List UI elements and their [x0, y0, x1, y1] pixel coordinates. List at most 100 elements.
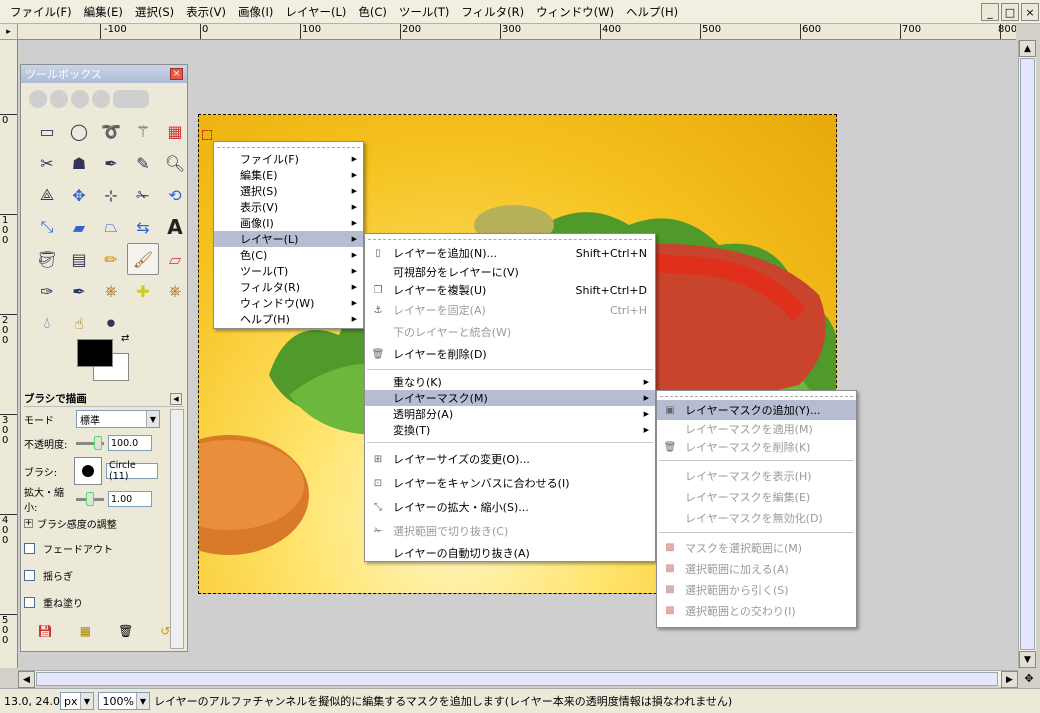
- scroll-right-button[interactable]: ▶: [1001, 671, 1018, 688]
- scale-slider[interactable]: [76, 491, 104, 506]
- jitter-row[interactable]: 揺らぎ: [24, 562, 184, 589]
- blend-icon[interactable]: ▤: [63, 243, 95, 275]
- layer-autocrop-item[interactable]: レイヤーの自動切り抜き(A): [365, 543, 655, 563]
- ink-icon[interactable]: ✒: [63, 275, 95, 307]
- bucket-fill-icon[interactable]: 🪣︎: [31, 243, 63, 275]
- layer-scale-item[interactable]: ⤡ レイヤーの拡大・縮小(S)...: [365, 495, 655, 519]
- context-item-colors[interactable]: 色(C) ▶: [214, 247, 363, 263]
- vertical-scroll-thumb[interactable]: [1020, 58, 1035, 650]
- context-item-layer[interactable]: レイヤー(L) ▶: [214, 231, 363, 247]
- context-item-tools[interactable]: ツール(T) ▶: [214, 263, 363, 279]
- mask-edit-item[interactable]: レイヤーマスクを編集(E): [657, 486, 856, 507]
- tear-off-line[interactable]: [217, 142, 360, 148]
- flip-icon[interactable]: ⇆: [127, 211, 159, 243]
- layer-mask-item[interactable]: レイヤーマスク(M) ▶: [365, 390, 655, 406]
- context-item-file[interactable]: ファイル(F) ▶: [214, 151, 363, 167]
- layer-new-from-visible-item[interactable]: 可視部分をレイヤーに(V): [365, 263, 655, 281]
- options-scrollbar[interactable]: [170, 409, 184, 649]
- layer-duplicate-item[interactable]: ❐ レイヤーを複製(U) Shift+Ctrl+D: [365, 281, 655, 299]
- opacity-slider[interactable]: [76, 435, 104, 450]
- mask-show-item[interactable]: レイヤーマスクを表示(H): [657, 465, 856, 486]
- menu-edit[interactable]: 編集(E): [78, 4, 129, 20]
- restore-icon[interactable]: ▦: [80, 624, 91, 638]
- layer-delete-item[interactable]: 🗑︎ レイヤーを削除(D): [365, 343, 655, 365]
- menu-select[interactable]: 選択(S): [129, 4, 180, 20]
- fade-row[interactable]: フェードアウト: [24, 535, 184, 562]
- save-icon[interactable]: 💾︎: [38, 624, 53, 638]
- expander-icon[interactable]: +: [24, 518, 33, 528]
- close-icon[interactable]: ×: [170, 68, 183, 80]
- layer-to-image-size-item[interactable]: ⊡ レイヤーをキャンバスに合わせる(I): [365, 471, 655, 495]
- zoom-icon[interactable]: 🔍︎: [159, 147, 191, 179]
- menu-filters[interactable]: フィルタ(R): [455, 4, 530, 20]
- swap-colors-icon[interactable]: ⇄: [121, 333, 129, 344]
- rect-select-icon[interactable]: ▭: [31, 115, 63, 147]
- layer-crop-to-selection-item[interactable]: ✁ 選択範囲で切り抜き(C): [365, 519, 655, 543]
- rotate-icon[interactable]: ⟲: [159, 179, 191, 211]
- move-icon[interactable]: ✥: [63, 179, 95, 211]
- paths-icon[interactable]: ✒: [95, 147, 127, 179]
- scroll-down-button[interactable]: ▼: [1019, 651, 1036, 668]
- menu-windows[interactable]: ウィンドウ(W): [530, 4, 620, 20]
- mask-intersect-selection-item[interactable]: ▩ 選択範囲との交わり(I): [657, 600, 856, 621]
- fade-checkbox[interactable]: [24, 543, 35, 554]
- context-item-filters[interactable]: フィルタ(R) ▶: [214, 279, 363, 295]
- foreground-color[interactable]: [77, 339, 113, 367]
- menu-layer[interactable]: レイヤー(L): [279, 4, 352, 20]
- zoom-select[interactable]: 100% ▼: [98, 692, 150, 710]
- menu-colors[interactable]: 色(C): [352, 4, 393, 20]
- navigate-icon[interactable]: ✥: [1020, 670, 1038, 686]
- brush-preview[interactable]: [74, 457, 102, 485]
- mask-apply-item[interactable]: レイヤーマスクを適用(M): [657, 420, 856, 438]
- color-select-icon[interactable]: ▦: [159, 115, 191, 147]
- scale-icon[interactable]: ⤡: [31, 211, 63, 243]
- horizontal-scrollbar[interactable]: ◀ ▶: [18, 670, 1018, 688]
- context-item-help[interactable]: ヘルプ(H) ▶: [214, 311, 363, 327]
- mask-disable-item[interactable]: レイヤーマスクを無効化(D): [657, 507, 856, 528]
- text-icon[interactable]: A: [159, 211, 191, 243]
- color-picker-icon[interactable]: ✎: [127, 147, 159, 179]
- jitter-checkbox[interactable]: [24, 570, 35, 581]
- layer-boundary-size-item[interactable]: ⊞ レイヤーサイズの変更(O)...: [365, 447, 655, 471]
- layer-transform-item[interactable]: 変換(T) ▶: [365, 422, 655, 438]
- mask-add-to-selection-item[interactable]: ▩ 選択範囲に加える(A): [657, 558, 856, 579]
- scroll-left-button[interactable]: ◀: [18, 671, 35, 688]
- context-item-select[interactable]: 選択(S) ▶: [214, 183, 363, 199]
- shear-icon[interactable]: ▰: [63, 211, 95, 243]
- foreground-select-icon[interactable]: ☗: [63, 147, 95, 179]
- context-item-edit[interactable]: 編集(E) ▶: [214, 167, 363, 183]
- vertical-scrollbar[interactable]: ▲ ▼: [1018, 40, 1036, 668]
- tear-off-line[interactable]: [660, 391, 853, 397]
- delete-icon[interactable]: 🗑︎: [118, 624, 133, 638]
- close-button[interactable]: ×: [1021, 3, 1039, 21]
- tear-off-line[interactable]: [368, 234, 652, 240]
- measure-icon[interactable]: ⟁: [31, 179, 63, 211]
- clone-icon[interactable]: ⎈: [95, 275, 127, 307]
- mask-add-item[interactable]: ▣ レイヤーマスクの追加(Y)...: [657, 400, 856, 420]
- menu-view[interactable]: 表示(V): [180, 4, 232, 20]
- pencil-icon[interactable]: ✏: [95, 243, 127, 275]
- horizontal-scroll-thumb[interactable]: [36, 672, 998, 686]
- pressure-row[interactable]: + ブラシ感度の調整: [24, 511, 184, 535]
- ellipse-select-icon[interactable]: ◯: [63, 115, 95, 147]
- crop-icon[interactable]: ✁: [127, 179, 159, 211]
- context-item-image[interactable]: 画像(I) ▶: [214, 215, 363, 231]
- layer-anchor-item[interactable]: ⚓ レイヤーを固定(A) Ctrl+H: [365, 299, 655, 321]
- reset-icon[interactable]: ↺: [160, 624, 170, 638]
- chevron-left-icon[interactable]: ◀: [170, 392, 182, 405]
- lasso-icon[interactable]: ➰: [95, 115, 127, 147]
- scale-input[interactable]: 1.00: [108, 491, 152, 507]
- layer-stack-item[interactable]: 重なり(K) ▶: [365, 374, 655, 390]
- eraser-icon[interactable]: ▱: [159, 243, 191, 275]
- menu-tools[interactable]: ツール(T): [393, 4, 456, 20]
- airbrush-icon[interactable]: ✑: [31, 275, 63, 307]
- menu-help[interactable]: ヘルプ(H): [620, 4, 684, 20]
- opacity-input[interactable]: 100.0: [108, 435, 152, 451]
- unit-select[interactable]: px ▼: [60, 692, 94, 710]
- mask-subtract-from-selection-item[interactable]: ▩ 選択範囲から引く(S): [657, 579, 856, 600]
- menu-file[interactable]: ファイル(F): [4, 4, 78, 20]
- mask-delete-item[interactable]: 🗑︎ レイヤーマスクを削除(K): [657, 438, 856, 456]
- mask-to-selection-item[interactable]: ▩ マスクを選択範囲に(M): [657, 537, 856, 558]
- smudge-icon[interactable]: ☝: [63, 307, 95, 339]
- incremental-checkbox[interactable]: [24, 597, 35, 608]
